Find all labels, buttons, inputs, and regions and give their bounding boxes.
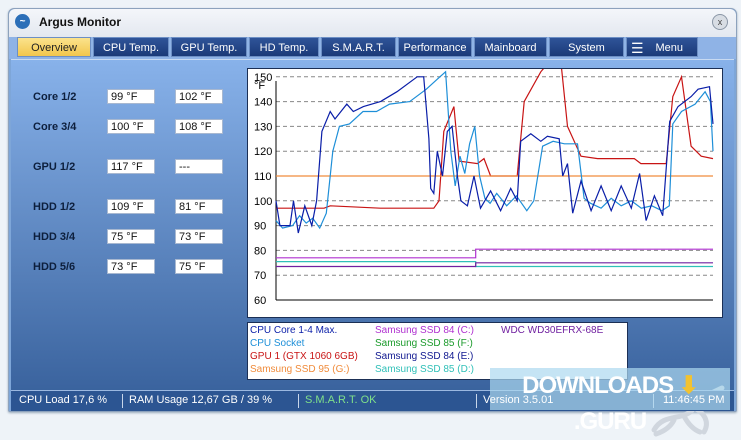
series-line — [276, 61, 714, 209]
sensor-value: 99 °F — [107, 89, 155, 104]
sensor-value: --- — [175, 159, 223, 174]
tab-mainboard[interactable]: Mainboard — [474, 37, 547, 57]
y-tick-label: 80 — [254, 245, 266, 257]
y-tick-label: 110 — [254, 171, 272, 183]
app-logo-icon: ~ — [15, 14, 30, 29]
tab-hd-temp[interactable]: HD Temp. — [249, 37, 319, 57]
tab-bar: Overview CPU Temp. GPU Temp. HD Temp. S.… — [9, 37, 736, 59]
y-tick-label: 140 — [254, 97, 272, 109]
hamburger-icon: ☰ — [631, 40, 644, 56]
legend-item: WDC WD30EFRX-68E — [501, 325, 604, 336]
legend-item: CPU Core 1-4 Max. — [250, 325, 338, 336]
chart-svg: °F60708090100110120130140150 — [254, 61, 714, 307]
y-tick-label: 90 — [254, 221, 266, 233]
tab-system[interactable]: System — [549, 37, 624, 57]
sensor-label: GPU 1/2 — [33, 161, 76, 173]
sensor-value: 75 °F — [107, 229, 155, 244]
sensor-value: 75 °F — [175, 259, 223, 274]
series-line — [275, 70, 714, 230]
legend-item: Samsung SSD 84 (C:) — [375, 325, 474, 336]
legend-item: Samsung SSD 85 (D:) — [375, 364, 474, 375]
sensor-label: HDD 1/2 — [33, 201, 76, 213]
sensor-label: HDD 3/4 — [33, 231, 76, 243]
sensor-value: 102 °F — [175, 89, 223, 104]
sensor-value: 81 °F — [175, 199, 223, 214]
menu-label: Menu — [655, 42, 683, 54]
tab-menu[interactable]: ☰ Menu — [626, 37, 698, 57]
title-bar: ~ Argus Monitor x — [9, 9, 736, 37]
smart-status: S.M.A.R.T. OK — [305, 394, 377, 406]
legend-item: GPU 1 (GTX 1060 6GB) — [250, 351, 358, 362]
sensor-label: Core 1/2 — [33, 91, 77, 103]
temperature-chart: °F 60 70 80 90 100 110 120 130 140 150 — [247, 61, 723, 318]
cpu-load-status: CPU Load 17,6 % — [19, 394, 108, 406]
clock-status: 11:46:45 PM — [663, 394, 725, 406]
legend-item: CPU Socket — [250, 338, 305, 349]
overview-panel: Core 1/2 99 °F 102 °F Core 3/4 100 °F 10… — [11, 59, 734, 437]
sensor-value: 73 °F — [175, 229, 223, 244]
sensor-label: HDD 5/6 — [33, 261, 76, 273]
legend-item: Samsung SSD 84 (E:) — [375, 351, 474, 362]
sensor-value: 73 °F — [107, 259, 155, 274]
y-tick-label: 120 — [254, 146, 272, 158]
sensor-value: 117 °F — [107, 159, 155, 174]
tab-cpu-temp[interactable]: CPU Temp. — [93, 37, 169, 57]
tab-gpu-temp[interactable]: GPU Temp. — [171, 37, 247, 57]
version-status: Version 3.5.01 — [483, 394, 554, 406]
close-button[interactable]: x — [712, 14, 728, 30]
series-line — [275, 76, 714, 234]
sensor-value: 108 °F — [175, 119, 223, 134]
legend-item: Samsung SSD 85 (F:) — [375, 338, 473, 349]
legend-item: Samsung SSD 95 (G:) — [250, 364, 350, 375]
sensor-value: 109 °F — [107, 199, 155, 214]
y-tick-label: 100 — [254, 196, 272, 208]
tab-overview[interactable]: Overview — [17, 37, 91, 57]
tab-performance[interactable]: Performance — [398, 37, 472, 57]
ram-usage-status: RAM Usage 12,67 GB / 39 % — [129, 394, 273, 406]
y-tick-label: 70 — [254, 270, 266, 282]
tab-smart[interactable]: S.M.A.R.T. — [321, 37, 396, 57]
y-tick-label: 150 — [254, 72, 272, 84]
sensor-label: Core 3/4 — [33, 121, 77, 133]
sensor-value: 100 °F — [107, 119, 155, 134]
y-tick-label: 130 — [254, 121, 272, 133]
y-tick-label: 60 — [254, 295, 266, 307]
window-title: Argus Monitor — [39, 15, 121, 29]
app-window: ~ Argus Monitor x Overview CPU Temp. GPU… — [8, 8, 737, 437]
